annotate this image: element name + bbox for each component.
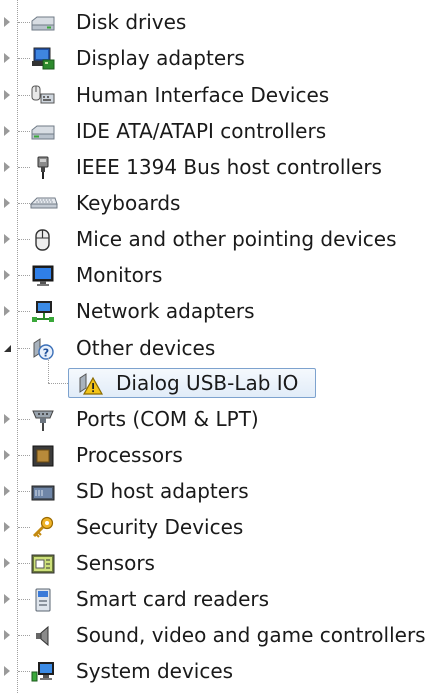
tree-item-label: Human Interface Devices <box>76 83 330 107</box>
tree-item-label: Keyboards <box>76 191 181 215</box>
hid-icon <box>30 84 55 106</box>
warning-device-icon <box>76 372 104 395</box>
expand-arrow-icon[interactable] <box>0 663 14 679</box>
system-device-icon <box>30 660 54 682</box>
collapse-arrow-icon[interactable] <box>0 340 14 356</box>
tree-item-label: IEEE 1394 Bus host controllers <box>76 155 382 179</box>
expand-arrow-icon[interactable] <box>0 159 14 175</box>
expand-arrow-icon[interactable] <box>0 87 14 103</box>
port-icon <box>30 408 54 431</box>
sensor-icon <box>30 552 55 574</box>
device-manager-tree: Disk drives Display adapters Human Inter… <box>0 0 447 693</box>
tree-item-dialog-usb-lab-io[interactable]: Dialog USB-Lab IO <box>0 368 447 398</box>
tree-item-label: Smart card readers <box>76 587 270 611</box>
tree-item-label: IDE ATA/ATAPI controllers <box>76 119 327 143</box>
disk-drive-icon <box>30 11 55 33</box>
tree-item-label: SD host adapters <box>76 479 249 503</box>
tree-item-label: Security Devices <box>76 515 244 539</box>
firewire-icon <box>30 156 52 179</box>
tree-item-label: Sensors <box>76 551 155 575</box>
expand-arrow-icon[interactable] <box>0 267 14 283</box>
expand-arrow-icon[interactable] <box>0 447 14 463</box>
security-key-icon <box>30 516 54 538</box>
network-adapter-icon <box>30 300 54 322</box>
tree-guide-line <box>17 0 18 693</box>
expand-arrow-icon[interactable] <box>0 14 14 30</box>
expand-arrow-icon[interactable] <box>0 555 14 571</box>
unknown-device-icon: ? <box>30 337 54 360</box>
monitor-icon <box>30 264 54 286</box>
expand-arrow-icon[interactable] <box>0 195 14 211</box>
tree-item-label: Ports (COM & LPT) <box>76 407 259 431</box>
processor-icon <box>30 444 54 467</box>
tree-item-label: Processors <box>76 443 183 467</box>
tree-item-label: Network adapters <box>76 299 255 323</box>
expand-arrow-icon[interactable] <box>0 123 14 139</box>
ide-controller-icon <box>30 120 55 142</box>
expand-arrow-icon[interactable] <box>0 231 14 247</box>
tree-item-label: Monitors <box>76 263 163 287</box>
expand-arrow-icon[interactable] <box>0 591 14 607</box>
tree-item-label: Sound, video and game controllers <box>76 623 426 647</box>
expand-arrow-icon[interactable] <box>0 50 14 66</box>
expand-arrow-icon[interactable] <box>0 483 14 499</box>
tree-item-label: Mice and other pointing devices <box>76 227 397 251</box>
mouse-icon <box>30 228 52 251</box>
expand-arrow-icon[interactable] <box>0 519 14 535</box>
speaker-icon <box>30 624 52 647</box>
tree-item-label: Dialog USB-Lab IO <box>116 371 299 395</box>
tree-item-label: Display adapters <box>76 46 245 70</box>
smart-card-icon <box>30 588 52 612</box>
tree-item-label: Other devices <box>76 336 216 360</box>
expand-arrow-icon[interactable] <box>0 303 14 319</box>
tree-item-label: System devices <box>76 659 234 683</box>
expand-arrow-icon[interactable] <box>0 411 14 427</box>
display-adapter-icon <box>30 47 55 70</box>
tree-item-label: Disk drives <box>76 10 187 34</box>
sd-host-icon <box>30 480 55 502</box>
expand-arrow-icon[interactable] <box>0 627 14 643</box>
keyboard-icon <box>29 192 58 214</box>
